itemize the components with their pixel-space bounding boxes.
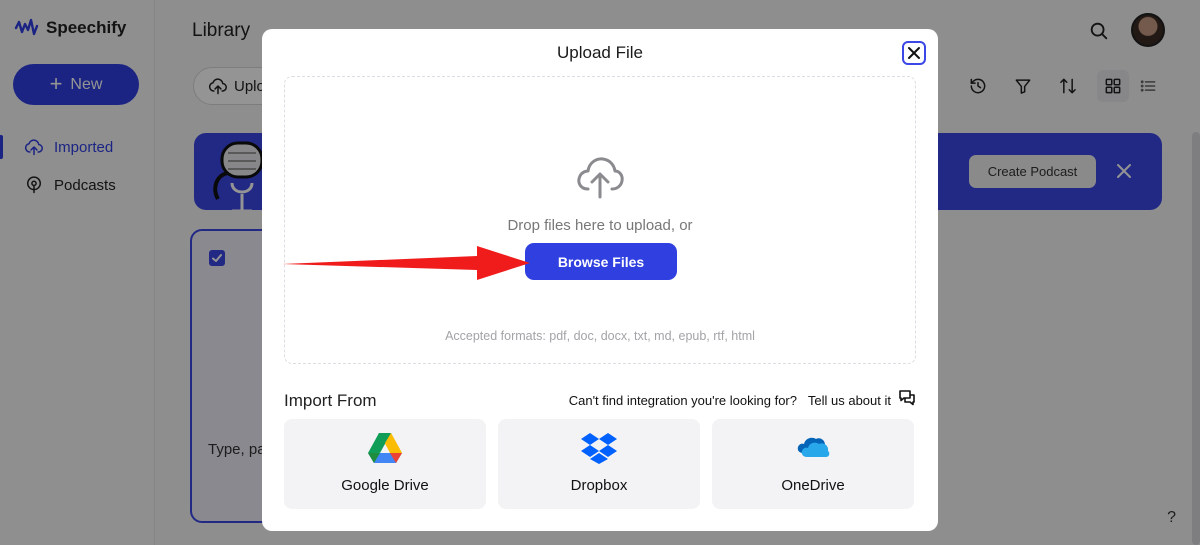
import-onedrive-button[interactable]: OneDrive	[712, 419, 914, 509]
import-google-drive-button[interactable]: Google Drive	[284, 419, 486, 509]
integration-question: Can't find integration you're looking fo…	[568, 393, 797, 408]
cloud-upload-icon	[577, 157, 624, 199]
import-from-heading: Import From	[284, 391, 377, 410]
close-icon	[908, 47, 920, 59]
drop-files-text: Drop files here to upload, or	[507, 217, 693, 234]
file-drop-zone[interactable]: Drop files here to upload, or Browse Fil…	[284, 76, 916, 364]
google-drive-icon	[368, 433, 402, 463]
integration-label: Google Drive	[341, 477, 429, 494]
chat-feedback-icon[interactable]	[898, 389, 916, 407]
dialog-title: Upload File	[557, 43, 643, 62]
annotation-arrow-icon	[282, 246, 530, 280]
tell-us-link[interactable]: Tell us about it	[808, 393, 891, 408]
integration-label: Dropbox	[570, 477, 628, 494]
dropbox-icon	[581, 433, 617, 464]
integration-label: OneDrive	[781, 477, 845, 494]
accepted-formats-text: Accepted formats: pdf, doc, docx, txt, m…	[445, 329, 755, 343]
import-dropbox-button[interactable]: Dropbox	[498, 419, 700, 509]
browse-files-button[interactable]: Browse Files	[525, 243, 677, 280]
dialog-close-button[interactable]	[902, 41, 926, 65]
onedrive-icon	[797, 437, 830, 457]
